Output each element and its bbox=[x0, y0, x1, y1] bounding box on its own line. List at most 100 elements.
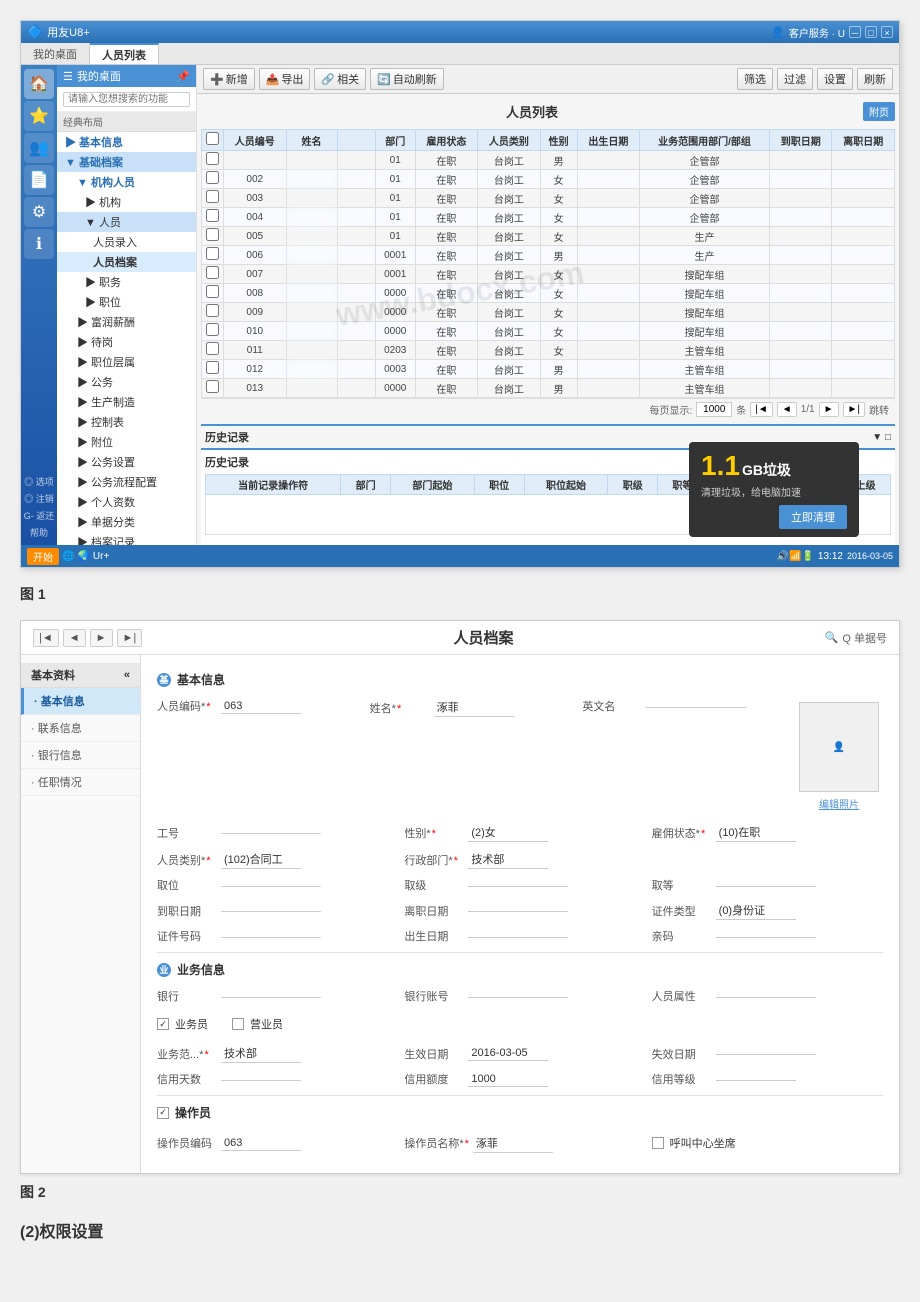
sidebar-item-personal-data[interactable]: ▶ 个人资数 bbox=[57, 492, 196, 512]
operator-section-checkbox[interactable] bbox=[157, 1107, 169, 1119]
table-row[interactable]: 010 0000在职台岗工女搜配车组 bbox=[202, 322, 895, 341]
form-sidebar-item-position[interactable]: · 任职情况 bbox=[21, 769, 140, 796]
last-page-btn[interactable]: ►| bbox=[843, 402, 866, 417]
per-page-input[interactable] bbox=[696, 402, 732, 417]
form-sidebar-item-contact[interactable]: · 联系信息 bbox=[21, 715, 140, 742]
table-row[interactable]: 009 0000在职台岗工女搜配车组 bbox=[202, 303, 895, 322]
sidebar-item-duties[interactable]: ▶ 职务 bbox=[57, 272, 196, 292]
row-checkbox[interactable] bbox=[206, 380, 219, 393]
table-row[interactable]: 002 01在职台岗工女企管部 bbox=[202, 170, 895, 189]
sidebar-item-basic-files[interactable]: ▼ 基础档案 bbox=[57, 152, 196, 172]
sidebar-item-biz-process[interactable]: ▶ 公务流程配置 bbox=[57, 472, 196, 492]
btn-filter[interactable]: 筛选 bbox=[737, 68, 773, 90]
nav-bottom-help[interactable]: 帮助 bbox=[21, 524, 57, 541]
nav-bottom-logout[interactable]: ◎ 注销 bbox=[21, 490, 57, 507]
close-btn[interactable]: × bbox=[881, 26, 893, 38]
photo-area[interactable]: 👤 bbox=[799, 702, 879, 792]
sidebar-item-basic-info[interactable]: ▶ 基本信息 bbox=[57, 132, 196, 152]
row-checkbox[interactable] bbox=[206, 285, 219, 298]
row-checkbox[interactable] bbox=[206, 247, 219, 260]
export-btn[interactable]: 附页 bbox=[863, 102, 895, 121]
btn-auto-refresh[interactable]: 🔄 自动刷新 bbox=[370, 68, 444, 90]
table-row[interactable]: 013 0000在职台岗工男主管车组 bbox=[202, 379, 895, 398]
sidebar-item-production[interactable]: ▶ 生产制造 bbox=[57, 392, 196, 412]
sidebar-search-input[interactable] bbox=[63, 92, 190, 107]
sidebar-item-doc-category[interactable]: ▶ 单据分类 bbox=[57, 512, 196, 532]
form-first-btn[interactable]: |◄ bbox=[33, 629, 59, 647]
btn-settings[interactable]: 设置 bbox=[817, 68, 853, 90]
photo-edit-btn[interactable]: 编辑照片 bbox=[819, 796, 859, 811]
table-row[interactable]: 006 0001在职台岗工男生产 bbox=[202, 246, 895, 265]
form-next-btn[interactable]: ► bbox=[90, 629, 113, 647]
gc-clean-btn[interactable]: 立即清理 bbox=[779, 505, 847, 529]
nav-icon-home[interactable]: 🏠 bbox=[24, 69, 54, 99]
form-sidebar-item-basic[interactable]: · 基本信息 bbox=[21, 688, 140, 715]
row-name bbox=[286, 265, 337, 284]
call-center-checkbox[interactable] bbox=[652, 1137, 664, 1149]
row-checkbox[interactable] bbox=[206, 361, 219, 374]
row-checkbox[interactable] bbox=[206, 171, 219, 184]
btn-related[interactable]: 🔗 相关 bbox=[314, 68, 366, 90]
nav-icon-users[interactable]: 👥 bbox=[24, 133, 54, 163]
row-checkbox[interactable] bbox=[206, 152, 219, 165]
form-last-btn[interactable]: ►| bbox=[117, 629, 143, 647]
sidebar-item-positions[interactable]: ▶ 职位 bbox=[57, 292, 196, 312]
select-all-checkbox[interactable] bbox=[206, 132, 219, 145]
nav-bottom-options[interactable]: ◎ 选项 bbox=[21, 473, 57, 490]
sidebar-item-org-personnel[interactable]: ▼ 机构人员 bbox=[57, 172, 196, 192]
table-row[interactable]: 004 01在职台岗工女企管部 bbox=[202, 208, 895, 227]
row-checkbox[interactable] bbox=[206, 228, 219, 241]
tab-personnel-list[interactable]: 人员列表 bbox=[90, 43, 159, 64]
sidebar-item-org[interactable]: ▶ 机构 bbox=[57, 192, 196, 212]
sidebar-item-subsidiary[interactable]: ▶ 附位 bbox=[57, 432, 196, 452]
row-checkbox[interactable] bbox=[206, 266, 219, 279]
nav-bottom-return[interactable]: G- 返还 bbox=[21, 507, 57, 524]
sidebar-item-biz-settings[interactable]: ▶ 公务设置 bbox=[57, 452, 196, 472]
tab-home[interactable]: 我的桌面 bbox=[21, 43, 90, 64]
history-toggle[interactable]: ▼ □ bbox=[872, 432, 891, 443]
row-checkbox[interactable] bbox=[206, 323, 219, 336]
btn-filter2[interactable]: 过滤 bbox=[777, 68, 813, 90]
table-row[interactable]: 007 0001在职台岗工女搜配车组 bbox=[202, 265, 895, 284]
sidebar-item-archive-record[interactable]: ▶ 档案记录 bbox=[57, 532, 196, 545]
sidebar-item-personnel-files[interactable]: 人员档案 bbox=[57, 252, 196, 272]
sidebar-pin-icon[interactable]: 📌 bbox=[176, 70, 190, 83]
row-checkbox[interactable] bbox=[206, 304, 219, 317]
form-sidebar-item-bank[interactable]: · 银行信息 bbox=[21, 742, 140, 769]
row-checkbox[interactable] bbox=[206, 342, 219, 355]
table-row[interactable]: 003 01在职台岗工女企管部 bbox=[202, 189, 895, 208]
internet-icon: 🌐 bbox=[62, 551, 74, 562]
first-page-btn[interactable]: |◄ bbox=[750, 402, 773, 417]
sidebar-item-standby[interactable]: ▶ 待岗 bbox=[57, 332, 196, 352]
biz-staff-checkbox[interactable] bbox=[157, 1018, 169, 1030]
sidebar-item-control-table[interactable]: ▶ 控制表 bbox=[57, 412, 196, 432]
start-btn[interactable]: 开始 bbox=[27, 548, 59, 565]
sidebar-item-rich-salary[interactable]: ▶ 富润薪酬 bbox=[57, 312, 196, 332]
sidebar-item-personnel-entry[interactable]: 人员录入 bbox=[57, 232, 196, 252]
btn-refresh[interactable]: 刷新 bbox=[857, 68, 893, 90]
table-row[interactable]: 01在职台岗工男企管部 bbox=[202, 151, 895, 170]
next-page-btn[interactable]: ► bbox=[819, 402, 839, 417]
sales-staff-checkbox[interactable] bbox=[232, 1018, 244, 1030]
btn-add[interactable]: ➕ 新增 bbox=[203, 68, 255, 90]
prev-page-btn[interactable]: ◄ bbox=[777, 402, 797, 417]
nav-icon-star[interactable]: ⭐ bbox=[24, 101, 54, 131]
sidebar-item-position-level[interactable]: ▶ 职位层属 bbox=[57, 352, 196, 372]
table-row[interactable]: 005 01在职台岗工女生产 bbox=[202, 227, 895, 246]
btn-export[interactable]: 📤 导出 bbox=[259, 68, 311, 90]
row-checkbox[interactable] bbox=[206, 209, 219, 222]
table-row[interactable]: 008 0000在职台岗工女搜配车组 bbox=[202, 284, 895, 303]
sidebar-collapse-icon[interactable]: « bbox=[124, 669, 130, 681]
sidebar-item-public-affairs[interactable]: ▶ 公务 bbox=[57, 372, 196, 392]
row-type: 台岗工 bbox=[478, 189, 541, 208]
minimize-btn[interactable]: ─ bbox=[849, 26, 861, 38]
table-row[interactable]: 011 0203在职台岗工女主管车组 bbox=[202, 341, 895, 360]
table-row[interactable]: 012 0003在职台岗工男主管车组 bbox=[202, 360, 895, 379]
form-prev-btn[interactable]: ◄ bbox=[63, 629, 86, 647]
nav-icon-doc[interactable]: 📄 bbox=[24, 165, 54, 195]
row-checkbox[interactable] bbox=[206, 190, 219, 203]
nav-icon-gear[interactable]: ⚙ bbox=[24, 197, 54, 227]
maximize-btn[interactable]: □ bbox=[865, 26, 877, 38]
nav-icon-info[interactable]: ℹ bbox=[24, 229, 54, 259]
sidebar-item-personnel-parent[interactable]: ▼ 人员 bbox=[57, 212, 196, 232]
